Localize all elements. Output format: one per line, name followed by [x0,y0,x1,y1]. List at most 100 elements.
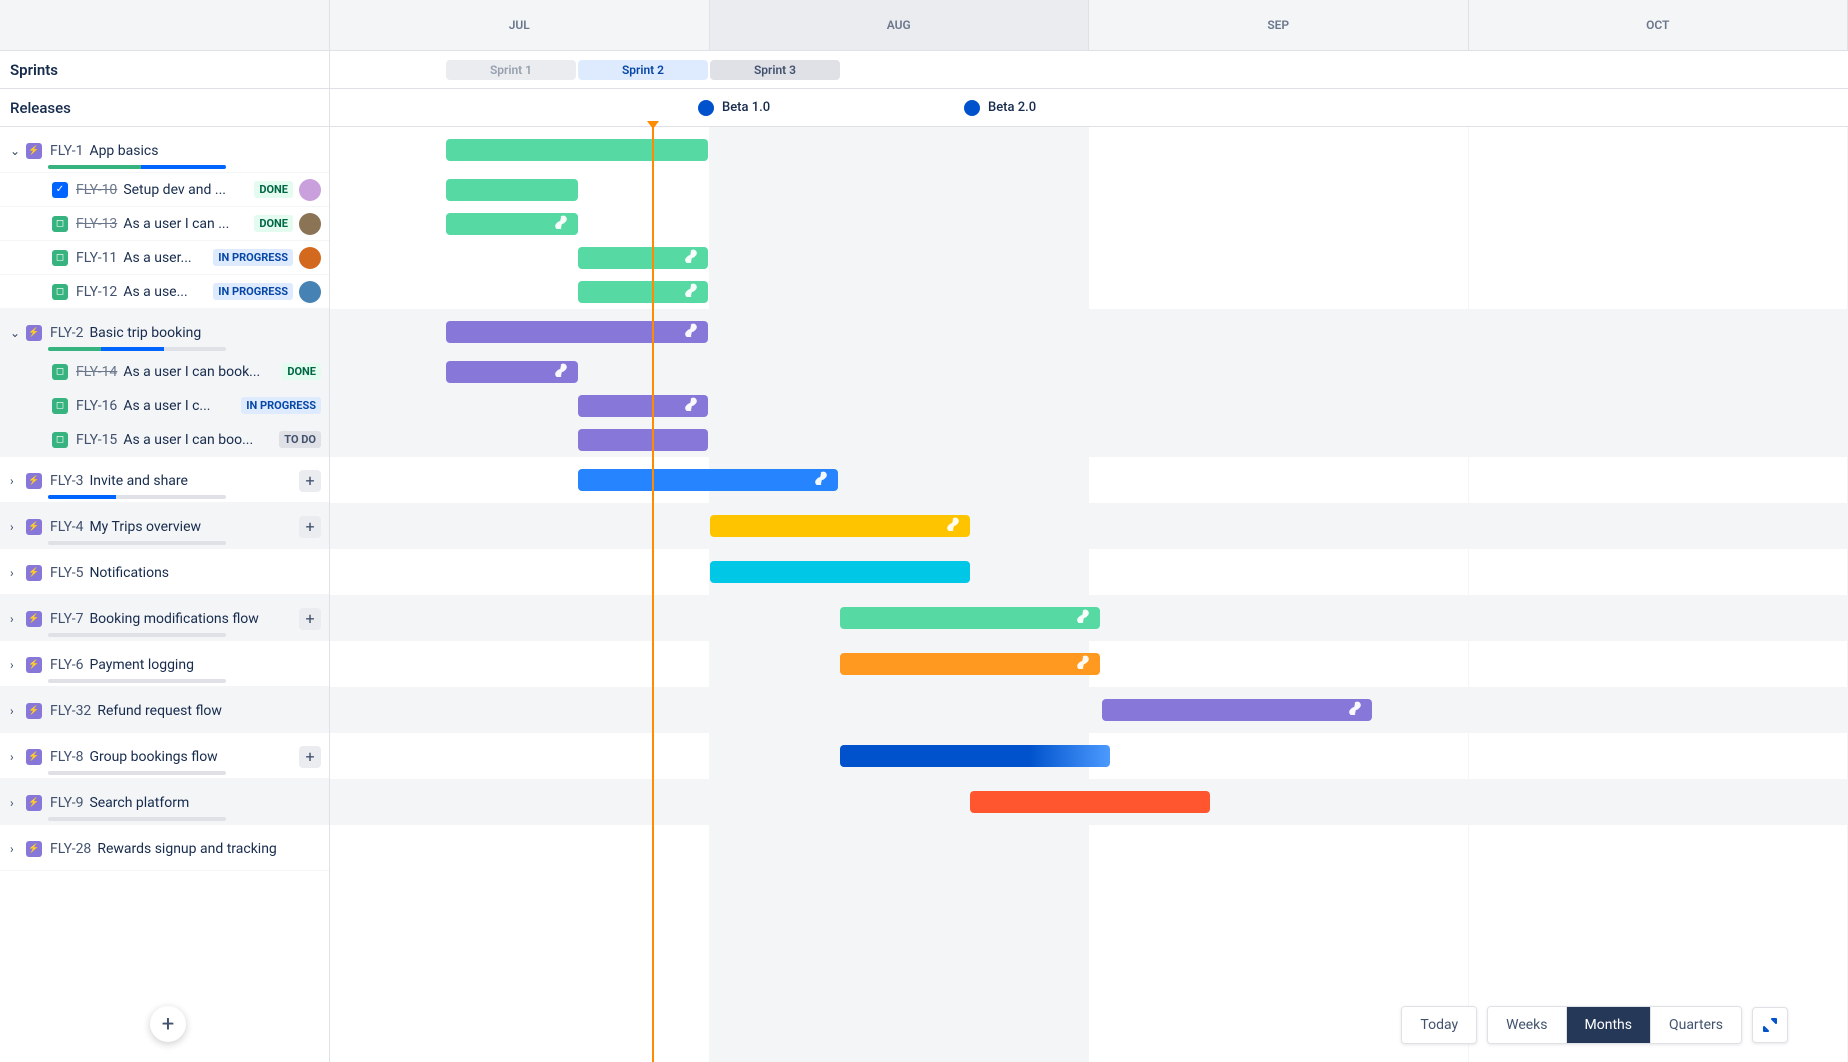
epic-row[interactable]: ›⚡FLY-6Payment logging [0,641,329,687]
issue-key[interactable]: FLY-7 [50,611,83,627]
release-marker[interactable]: Beta 2.0 [964,100,1036,116]
issue-summary[interactable]: As a user I can ... [123,216,248,232]
sprint-pill[interactable]: Sprint 3 [710,60,840,80]
issue-summary[interactable]: Group bookings flow [89,749,299,765]
fullscreen-toggle[interactable] [1752,1007,1788,1043]
gantt-bar[interactable] [1102,699,1372,721]
epic-row[interactable]: ⌄⚡FLY-2Basic trip booking [0,309,329,355]
issue-key[interactable]: FLY-12 [76,284,117,300]
epic-row[interactable]: ›⚡FLY-8Group bookings flow+ [0,733,329,779]
gantt-bar[interactable] [710,515,970,537]
add-child-button[interactable]: + [299,516,321,538]
issue-row[interactable]: ◻FLY-14As a user I can book...DONE [0,355,329,389]
epic-row[interactable]: ›⚡FLY-9Search platform [0,779,329,825]
chevron-right-icon[interactable]: › [10,704,26,718]
gantt-bar[interactable] [446,139,708,161]
issue-summary[interactable]: Search platform [89,795,321,811]
gantt-bar[interactable] [446,321,708,343]
avatar[interactable] [299,213,321,235]
chevron-down-icon[interactable]: ⌄ [10,144,26,158]
chevron-right-icon[interactable]: › [10,612,26,626]
chevron-right-icon[interactable]: › [10,566,26,580]
gantt-bar[interactable] [578,395,708,417]
issue-key[interactable]: FLY-13 [76,216,117,232]
issue-key[interactable]: FLY-9 [50,795,83,811]
issue-summary[interactable]: My Trips overview [89,519,299,535]
gantt-bar[interactable] [446,179,578,201]
issue-key[interactable]: FLY-16 [76,398,117,414]
gantt-bar[interactable] [446,361,578,383]
gantt-bar[interactable] [840,745,1110,767]
issue-key[interactable]: FLY-2 [50,325,83,341]
gantt-bar[interactable] [578,429,708,451]
issue-summary[interactable]: Basic trip booking [89,325,321,341]
add-child-button[interactable]: + [299,470,321,492]
chevron-right-icon[interactable]: › [10,658,26,672]
avatar[interactable] [299,179,321,201]
epic-row[interactable]: ›⚡FLY-3Invite and share+ [0,457,329,503]
epic-row[interactable]: ›⚡FLY-7Booking modifications flow+ [0,595,329,641]
epic-row[interactable]: ⌄⚡FLY-1App basics [0,127,329,173]
zoom-months[interactable]: Months [1567,1007,1651,1043]
issue-key[interactable]: FLY-6 [50,657,83,673]
chevron-down-icon[interactable]: ⌄ [10,326,26,340]
chevron-right-icon[interactable]: › [10,520,26,534]
chevron-right-icon[interactable]: › [10,842,26,856]
issue-summary[interactable]: Rewards signup and tracking [97,841,321,857]
epic-row[interactable]: ›⚡FLY-5Notifications [0,549,329,595]
issue-summary[interactable]: App basics [89,143,321,159]
chevron-right-icon[interactable]: › [10,796,26,810]
issue-key[interactable]: FLY-3 [50,473,83,489]
issue-summary[interactable]: As a user I can book... [123,364,276,380]
issue-row[interactable]: ◻FLY-11As a user...IN PROGRESS [0,241,329,275]
gantt-bar[interactable] [840,607,1100,629]
gantt-bar[interactable] [970,791,1210,813]
issue-key[interactable]: FLY-4 [50,519,83,535]
issue-summary[interactable]: Booking modifications flow [89,611,299,627]
issue-key[interactable]: FLY-8 [50,749,83,765]
issue-summary[interactable]: Refund request flow [97,703,321,719]
add-child-button[interactable]: + [299,608,321,630]
issue-summary[interactable]: Notifications [89,565,321,581]
issue-summary[interactable]: Payment logging [89,657,321,673]
issue-key[interactable]: FLY-1 [50,143,83,159]
gantt-bar[interactable] [578,281,708,303]
issue-row[interactable]: ◻FLY-16As a user I c...IN PROGRESS [0,389,329,423]
epic-row[interactable]: ›⚡FLY-4My Trips overview+ [0,503,329,549]
issue-key[interactable]: FLY-10 [76,182,117,198]
release-marker[interactable]: Beta 1.0 [698,100,770,116]
issue-summary[interactable]: Invite and share [89,473,299,489]
chevron-right-icon[interactable]: › [10,750,26,764]
zoom-weeks[interactable]: Weeks [1488,1007,1566,1043]
issue-key[interactable]: FLY-32 [50,703,91,719]
gantt-bar[interactable] [578,469,838,491]
issue-summary[interactable]: As a user I c... [123,398,235,414]
issue-summary[interactable]: As a user I can boo... [123,432,273,448]
sprint-pill[interactable]: Sprint 1 [446,60,576,80]
epic-row[interactable]: ›⚡FLY-32Refund request flow [0,687,329,733]
issue-summary[interactable]: As a user... [123,250,207,266]
add-child-button[interactable]: + [299,746,321,768]
avatar[interactable] [299,247,321,269]
today-button[interactable]: Today [1402,1007,1476,1043]
issue-row[interactable]: ◻FLY-12As a use...IN PROGRESS [0,275,329,309]
avatar[interactable] [299,281,321,303]
issue-row[interactable]: ◻FLY-15As a user I can boo...TO DO [0,423,329,457]
gantt-area[interactable] [330,127,1848,1062]
issue-summary[interactable]: Setup dev and ... [123,182,248,198]
issue-summary[interactable]: As a use... [123,284,207,300]
gantt-bar[interactable] [840,653,1100,675]
chevron-right-icon[interactable]: › [10,474,26,488]
issue-row[interactable]: ✓FLY-10Setup dev and ...DONE [0,173,329,207]
issue-key[interactable]: FLY-5 [50,565,83,581]
gantt-bar[interactable] [578,247,708,269]
epic-row[interactable]: ›⚡FLY-28Rewards signup and tracking [0,825,329,871]
issue-key[interactable]: FLY-15 [76,432,117,448]
issue-key[interactable]: FLY-11 [76,250,117,266]
issue-row[interactable]: ◻FLY-13As a user I can ...DONE [0,207,329,241]
issue-key[interactable]: FLY-28 [50,841,91,857]
gantt-bar[interactable] [710,561,970,583]
gantt-bar[interactable] [446,213,578,235]
create-fab[interactable]: + [150,1006,186,1042]
zoom-quarters[interactable]: Quarters [1651,1007,1741,1043]
